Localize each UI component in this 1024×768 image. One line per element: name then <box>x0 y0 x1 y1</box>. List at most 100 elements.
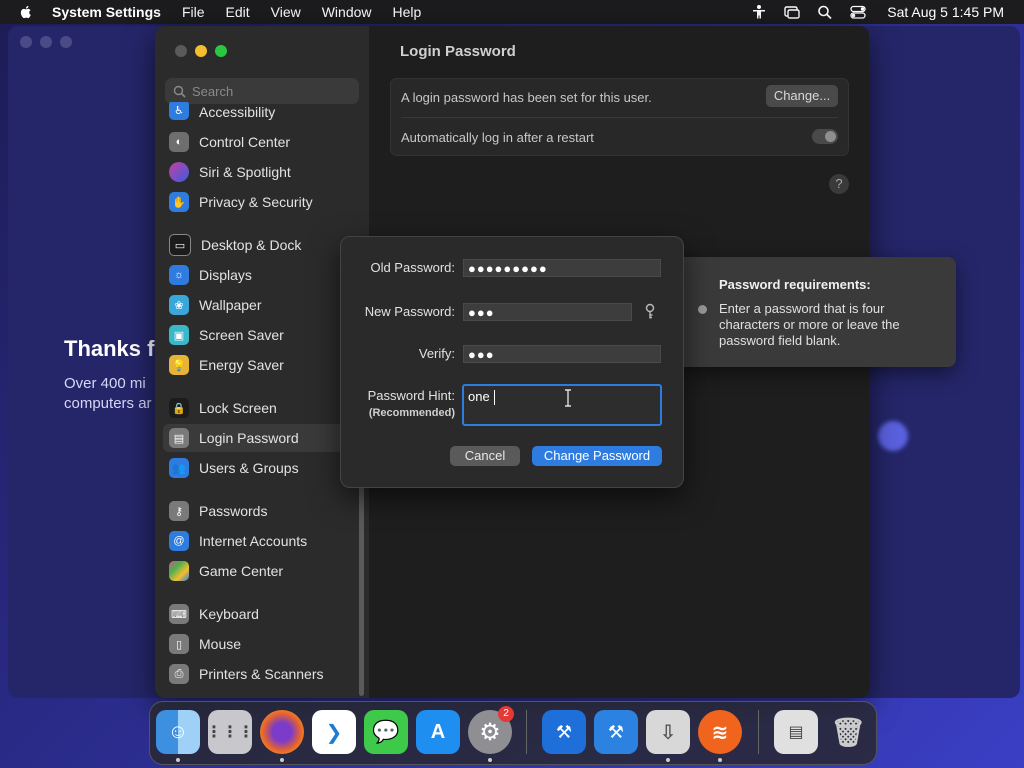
search-field[interactable]: Search <box>165 78 359 104</box>
sidebar-item-control-center[interactable]: ◐ Control Center <box>163 128 353 156</box>
menu-view[interactable]: View <box>271 4 301 20</box>
auto-login-toggle[interactable] <box>812 129 838 144</box>
sidebar-item-lock-screen[interactable]: 🔒 Lock Screen <box>163 394 353 422</box>
sidebar-item-siri-spotlight[interactable]: Siri & Spotlight <box>163 158 353 186</box>
sidebar-item-label: Login Password <box>199 430 299 446</box>
sidebar-item-label: Siri & Spotlight <box>199 164 291 180</box>
menu-window[interactable]: Window <box>322 4 372 20</box>
lock-icon: 🔒 <box>169 398 189 418</box>
sidebar-item-login-password[interactable]: ▤ Login Password <box>163 424 353 452</box>
background-subtext: Over 400 mi computers ar <box>64 374 164 414</box>
password-hint-field[interactable]: one <box>462 384 662 426</box>
sidebar-item-label: Users & Groups <box>199 460 299 476</box>
accessibility-icon: ♿ <box>169 102 189 120</box>
menu-edit[interactable]: Edit <box>226 4 250 20</box>
help-button[interactable]: ? <box>829 174 849 194</box>
sidebar-item-label: Accessibility <box>199 104 276 120</box>
sidebar-item-printers-scanners[interactable]: ⎙ Printers & Scanners <box>163 660 353 688</box>
instruments-icon[interactable]: ⚒ <box>594 710 638 754</box>
screen-mirroring-icon[interactable] <box>783 4 801 20</box>
downloads-stack-icon[interactable]: ▤ <box>774 710 818 754</box>
sidebar-item-label: Passwords <box>199 503 268 519</box>
running-indicator <box>280 758 284 762</box>
displays-icon: ☼ <box>169 265 189 285</box>
verify-password-field[interactable]: ●●● <box>463 345 661 363</box>
tooltip-bullet <box>698 305 707 314</box>
xcode-icon[interactable]: ⚒ <box>542 710 586 754</box>
spotlight-search-icon[interactable] <box>816 4 834 20</box>
ibeam-cursor-icon <box>565 389 571 407</box>
sidebar-item-mouse[interactable]: ▯ Mouse <box>163 630 353 658</box>
launchpad-icon[interactable]: ⋮⋮⋮ <box>206 710 254 754</box>
sidebar-item-label: Printers & Scanners <box>199 666 324 682</box>
sidebar-item-label: Game Center <box>199 563 284 579</box>
sidebar-item-label: Privacy & Security <box>199 194 313 210</box>
sidebar-item-privacy-security[interactable]: ✋ Privacy & Security <box>163 188 353 216</box>
background-subtext-line1: Over 400 mi <box>64 375 146 392</box>
background-decoration <box>878 421 908 451</box>
minimize-button[interactable] <box>195 45 207 57</box>
sidebar-item-accessibility[interactable]: ♿ Accessibility <box>163 102 353 120</box>
sidebar-item-label: Mouse <box>199 636 242 652</box>
sidebar-item-label: Displays <box>199 267 252 283</box>
sidebar-item-keyboard[interactable]: ⌨ Keyboard <box>163 600 353 628</box>
tooltip-title: Password requirements: <box>719 277 871 292</box>
cancel-button[interactable]: Cancel <box>450 446 520 466</box>
auto-login-label: Automatically log in after a restart <box>401 130 594 145</box>
password-requirements-tooltip: Password requirements: Enter a password … <box>676 257 956 367</box>
menu-file[interactable]: File <box>182 4 205 20</box>
dock: ☺ ⋮⋮⋮ ❯ 💬 A ⚙ 2 ⚒ ⚒ ⇩ ≋ ▤ 🗑 <box>149 701 877 765</box>
sidebar-item-label: Lock Screen <box>199 400 277 416</box>
finder-icon[interactable]: ☺ <box>156 710 200 754</box>
sidebar-scrollbar[interactable] <box>359 486 364 696</box>
messages-icon[interactable]: 💬 <box>364 710 408 754</box>
menu-help[interactable]: Help <box>393 4 422 20</box>
confirm-change-password-button[interactable]: Change Password <box>532 446 662 466</box>
vscode-icon[interactable]: ❯ <box>312 710 356 754</box>
background-headline: Thanks f <box>64 336 155 361</box>
firefox-icon[interactable] <box>260 710 304 754</box>
change-password-button[interactable]: Change... <box>766 85 838 107</box>
sidebar: Search ♿ Accessibility ◐ Control Center … <box>155 26 369 698</box>
menu-app-name[interactable]: System Settings <box>52 4 161 20</box>
mouse-icon: ▯ <box>169 634 189 654</box>
app-store-icon[interactable]: A <box>416 710 460 754</box>
trash-icon[interactable]: 🗑 <box>826 710 870 754</box>
wallpaper-icon: ❀ <box>169 295 189 315</box>
verify-label: Verify: <box>418 346 455 361</box>
sidebar-item-desktop-dock[interactable]: ▭ Desktop & Dock <box>163 231 353 259</box>
sidebar-item-users-groups[interactable]: 👥 Users & Groups <box>163 454 353 482</box>
control-center-status-icon[interactable] <box>849 4 867 20</box>
password-hint-value: one <box>468 389 490 404</box>
game-center-icon <box>169 561 189 581</box>
new-password-field[interactable]: ●●● <box>463 303 632 321</box>
dock-separator <box>526 710 527 754</box>
sidebar-item-passwords[interactable]: ⚷ Passwords <box>163 497 353 525</box>
sidebar-item-internet-accounts[interactable]: @ Internet Accounts <box>163 527 353 555</box>
sidebar-item-game-center[interactable]: Game Center <box>163 557 353 585</box>
sidebar-item-label: Wallpaper <box>199 297 262 313</box>
sidebar-item-wallpaper[interactable]: ❀ Wallpaper <box>163 291 353 319</box>
page-title: Login Password <box>400 43 516 60</box>
row-divider <box>401 117 838 118</box>
sidebar-item-displays[interactable]: ☼ Displays <box>163 261 353 289</box>
sidebar-item-screen-saver[interactable]: ▣ Screen Saver <box>163 321 353 349</box>
running-indicator <box>176 758 180 762</box>
sidebar-item-label: Screen Saver <box>199 327 284 343</box>
close-button[interactable] <box>175 45 187 57</box>
password-hint-sublabel: (Recommended) <box>368 407 455 419</box>
accessibility-status-icon[interactable] <box>750 4 768 20</box>
sidebar-item-energy-saver[interactable]: 💡 Energy Saver <box>163 351 353 379</box>
apple-menu-icon[interactable] <box>18 4 34 20</box>
running-indicator <box>666 758 670 762</box>
menu-clock[interactable]: Sat Aug 5 1:45 PM <box>887 4 1004 20</box>
key-icon: ⚷ <box>169 501 189 521</box>
old-password-field[interactable]: ●●●●●●●●● <box>463 259 661 277</box>
siri-icon <box>169 162 189 182</box>
tooltip-body: Enter a password that is four characters… <box>719 301 900 348</box>
installer-icon[interactable]: ⇩ <box>646 710 690 754</box>
swift-playgrounds-icon[interactable]: ≋ <box>698 710 742 754</box>
password-assistant-key-icon[interactable] <box>643 303 657 321</box>
running-indicator <box>718 758 722 762</box>
zoom-button[interactable] <box>215 45 227 57</box>
